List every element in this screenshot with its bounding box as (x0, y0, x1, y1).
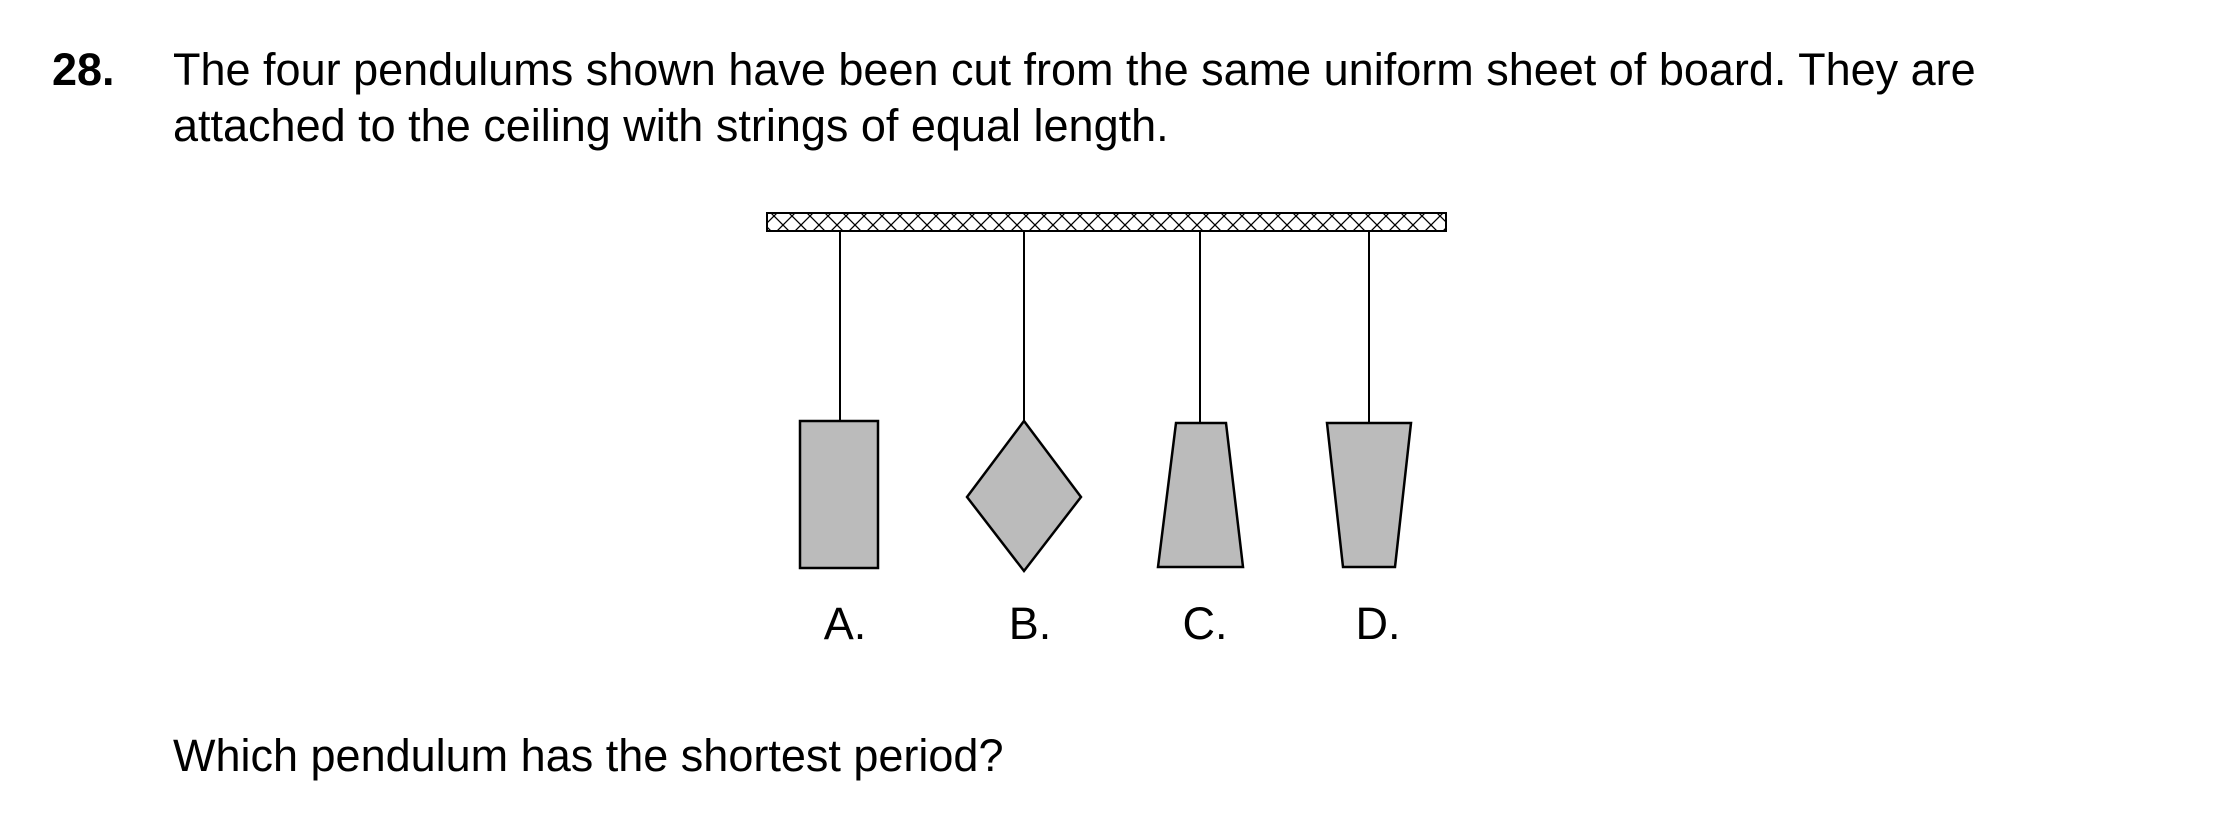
pendulum-diagram (766, 212, 1447, 574)
option-d-label: D. (1355, 598, 1401, 649)
pendulum-a-bob (798, 419, 880, 570)
question-prompt: Which pendulum has the shortest period? (173, 730, 1004, 781)
option-b-label: B. (1008, 598, 1052, 649)
pendulum-d-bob (1325, 421, 1413, 569)
option-a-label: A. (823, 598, 867, 649)
pendulum-c-bob (1156, 421, 1245, 569)
pendulum-b-bob (965, 418, 1083, 574)
ceiling (766, 212, 1447, 232)
question-page: 28. The four pendulums shown have been c… (0, 0, 2231, 840)
option-c-label: C. (1182, 598, 1228, 649)
